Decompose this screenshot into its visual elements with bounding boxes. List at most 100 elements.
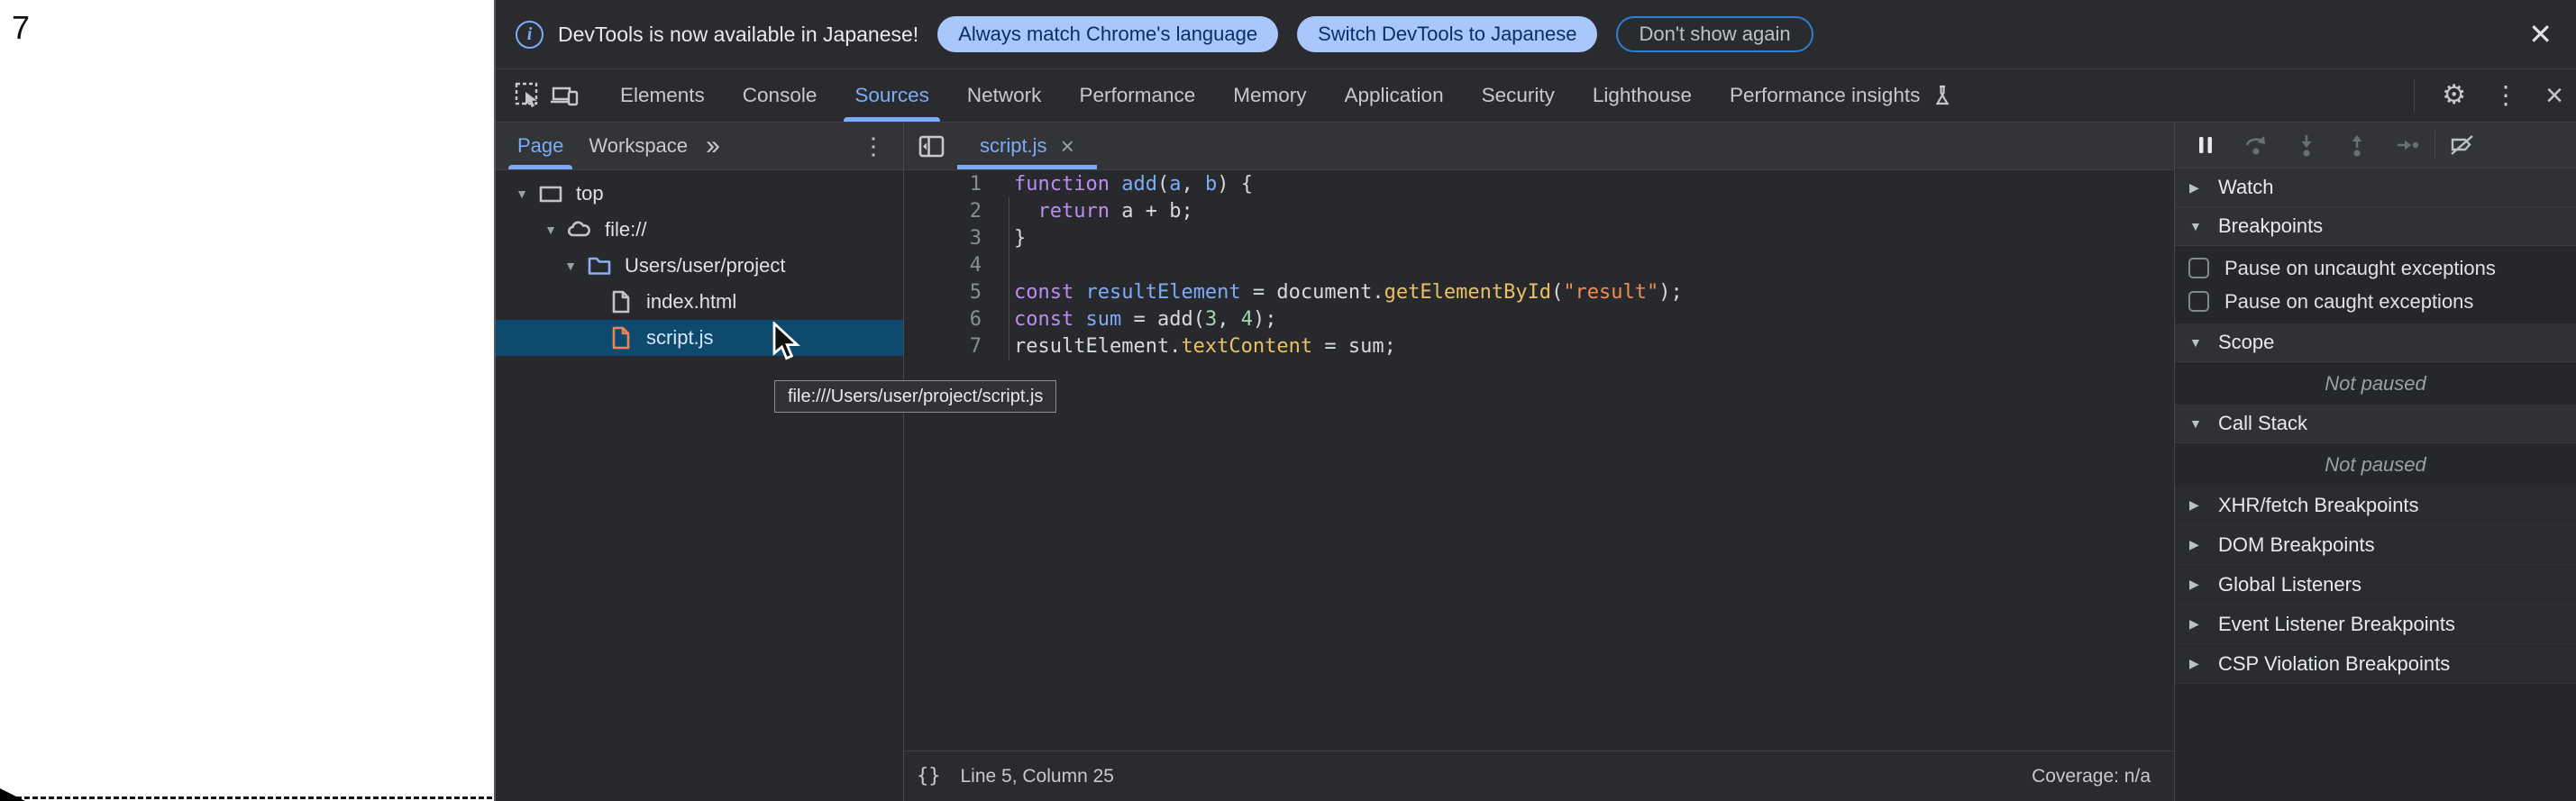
code-token: = sum; xyxy=(1312,335,1396,358)
tree-item-index.html[interactable]: index.html xyxy=(496,284,903,320)
pretty-print-braces-icon[interactable]: {} xyxy=(917,765,941,787)
tree-item-users-user-project[interactable]: ▼ Users/user/project xyxy=(496,248,903,284)
editor-tab-close-icon[interactable]: × xyxy=(1061,134,1074,158)
disclosure-triangle-icon[interactable]: ▼ xyxy=(541,223,561,237)
flask-icon xyxy=(1931,83,1954,108)
tree-item-top[interactable]: ▼top xyxy=(496,176,903,212)
devtools-infobar: i DevTools is now available in Japanese!… xyxy=(496,0,2576,69)
navigator-kebab-icon[interactable]: ⋮ xyxy=(862,134,885,158)
code-token xyxy=(1014,200,1038,223)
code-token: return xyxy=(1038,200,1110,223)
cloud-icon xyxy=(566,216,593,243)
code-token: const xyxy=(1014,308,1073,331)
code-line: 7resultElement.textContent = sum; xyxy=(904,332,2174,360)
line-content: const sum = add(3, 4); xyxy=(982,308,1276,331)
cursor-position-label: Line 5, Column 25 xyxy=(961,766,1114,787)
inspect-element-icon[interactable] xyxy=(510,81,546,110)
tree-item-file-[interactable]: ▼file:// xyxy=(496,212,903,248)
disclosure-triangle-icon: ▶ xyxy=(2189,577,2218,592)
deactivate-breakpoints-icon[interactable] xyxy=(2437,132,2488,158)
tree-item-label: script.js xyxy=(646,326,714,350)
infobar-button-don-t-show-again[interactable]: Don't show again xyxy=(1616,16,1813,52)
code-token: } xyxy=(1014,227,1026,250)
line-number: 4 xyxy=(904,254,982,277)
code-token: ); xyxy=(1658,281,1683,304)
section-label: Event Listener Breakpoints xyxy=(2218,613,2455,636)
toggle-navigator-icon[interactable] xyxy=(904,123,957,169)
tab-label: Performance xyxy=(1079,84,1195,107)
code-token: 3 xyxy=(1205,308,1217,331)
section-call-stack[interactable]: ▼Call Stack xyxy=(2175,405,2576,443)
code-token: a xyxy=(1169,173,1181,196)
section-label: Call Stack xyxy=(2218,412,2307,435)
debugger-sections: ▶Watch▼Breakpoints Pause on uncaught exce… xyxy=(2175,168,2576,684)
code-token xyxy=(1073,281,1085,304)
mouse-cursor xyxy=(772,322,804,363)
section-label: XHR/fetch Breakpoints xyxy=(2218,494,2419,517)
tab-console[interactable]: Console xyxy=(724,69,836,122)
editor-tabstrip: script.js × xyxy=(904,123,2174,170)
tree-item-label: Users/user/project xyxy=(625,254,786,278)
step-icon[interactable] xyxy=(2382,133,2433,157)
code-token: b xyxy=(1205,173,1217,196)
settings-gear-icon[interactable]: ⚙ xyxy=(2442,82,2466,109)
line-number: 2 xyxy=(904,200,982,223)
step-over-icon[interactable] xyxy=(2231,132,2281,158)
infobar-close-icon[interactable]: ✕ xyxy=(2528,20,2553,49)
section-global-listeners[interactable]: ▶Global Listeners xyxy=(2175,565,2576,605)
disclosure-triangle-icon: ▶ xyxy=(2189,497,2218,513)
disclosure-triangle-icon[interactable]: ▼ xyxy=(561,259,580,273)
debugger-toolbar xyxy=(2175,123,2576,168)
section-csp-violation-breakpoints[interactable]: ▶CSP Violation Breakpoints xyxy=(2175,644,2576,684)
device-toolbar-icon[interactable] xyxy=(546,81,582,110)
tab-security[interactable]: Security xyxy=(1463,69,1574,122)
navigator-tab-workspace[interactable]: Workspace xyxy=(580,123,697,169)
toolbar-left-icons xyxy=(496,69,601,122)
section-scope[interactable]: ▼Scope xyxy=(2175,323,2576,362)
tab-application[interactable]: Application xyxy=(1326,69,1463,122)
page-bottom-dashed-line xyxy=(0,796,492,799)
section-xhr-fetch-breakpoints[interactable]: ▶XHR/fetch Breakpoints xyxy=(2175,486,2576,525)
section-breakpoints[interactable]: ▼Breakpoints xyxy=(2175,207,2576,246)
tab-elements[interactable]: Elements xyxy=(601,69,724,122)
tab-network[interactable]: Network xyxy=(948,69,1061,122)
tab-lighthouse[interactable]: Lighthouse xyxy=(1574,69,1711,122)
tab-performance-insights[interactable]: Performance insights xyxy=(1711,69,1973,122)
file-tree: ▼top▼file://▼Users/user/projectindex.htm… xyxy=(496,170,903,356)
more-options-kebab-icon[interactable]: ⋮ xyxy=(2493,83,2518,108)
more-tabs-icon[interactable]: ›› xyxy=(706,132,717,159)
checkbox-row-pause-on-caught-exceptions[interactable]: Pause on caught exceptions xyxy=(2175,285,2576,318)
code-token xyxy=(1110,173,1121,196)
section-label: Breakpoints xyxy=(2218,214,2323,238)
navigator-tab-page[interactable]: Page xyxy=(508,123,572,169)
code-editor[interactable]: 1function add(a, b) {2 return a + b;3}45… xyxy=(904,170,2174,751)
tab-performance[interactable]: Performance xyxy=(1060,69,1214,122)
section-event-listener-breakpoints[interactable]: ▶Event Listener Breakpoints xyxy=(2175,605,2576,644)
disclosure-triangle-icon: ▶ xyxy=(2189,616,2218,632)
step-out-icon[interactable] xyxy=(2332,132,2382,158)
tab-sources[interactable]: Sources xyxy=(836,69,948,122)
step-into-icon[interactable] xyxy=(2281,132,2332,158)
pause-script-icon[interactable] xyxy=(2180,133,2231,157)
infobar-button-always-match-chrome-s-language[interactable]: Always match Chrome's language xyxy=(937,16,1278,52)
checkbox-icon[interactable] xyxy=(2188,291,2209,312)
disclosure-triangle-icon: ▶ xyxy=(2189,656,2218,671)
code-line: 5const resultElement = document.getEleme… xyxy=(904,278,2174,305)
debugger-empty-area xyxy=(2175,684,2576,801)
tree-item-script.js[interactable]: script.js xyxy=(496,320,903,356)
checkbox-row-pause-on-uncaught-exceptions[interactable]: Pause on uncaught exceptions xyxy=(2175,251,2576,285)
editor-tab-scriptjs[interactable]: script.js × xyxy=(957,123,1097,169)
devtools-close-icon[interactable]: × xyxy=(2545,80,2563,111)
code-token: const xyxy=(1014,281,1073,304)
section-watch[interactable]: ▶Watch xyxy=(2175,168,2576,207)
tab-memory[interactable]: Memory xyxy=(1214,69,1325,122)
code-line: 1function add(a, b) { xyxy=(904,170,2174,197)
line-content: } xyxy=(982,227,1026,250)
disclosure-triangle-icon[interactable]: ▼ xyxy=(512,187,532,201)
line-content: return a + b; xyxy=(982,200,1193,223)
code-token: , xyxy=(1181,173,1205,196)
checkbox-icon[interactable] xyxy=(2188,258,2209,278)
code-line: 2 return a + b; xyxy=(904,197,2174,224)
section-dom-breakpoints[interactable]: ▶DOM Breakpoints xyxy=(2175,525,2576,565)
infobar-button-switch-devtools-to-japanese[interactable]: Switch DevTools to Japanese xyxy=(1297,16,1597,52)
